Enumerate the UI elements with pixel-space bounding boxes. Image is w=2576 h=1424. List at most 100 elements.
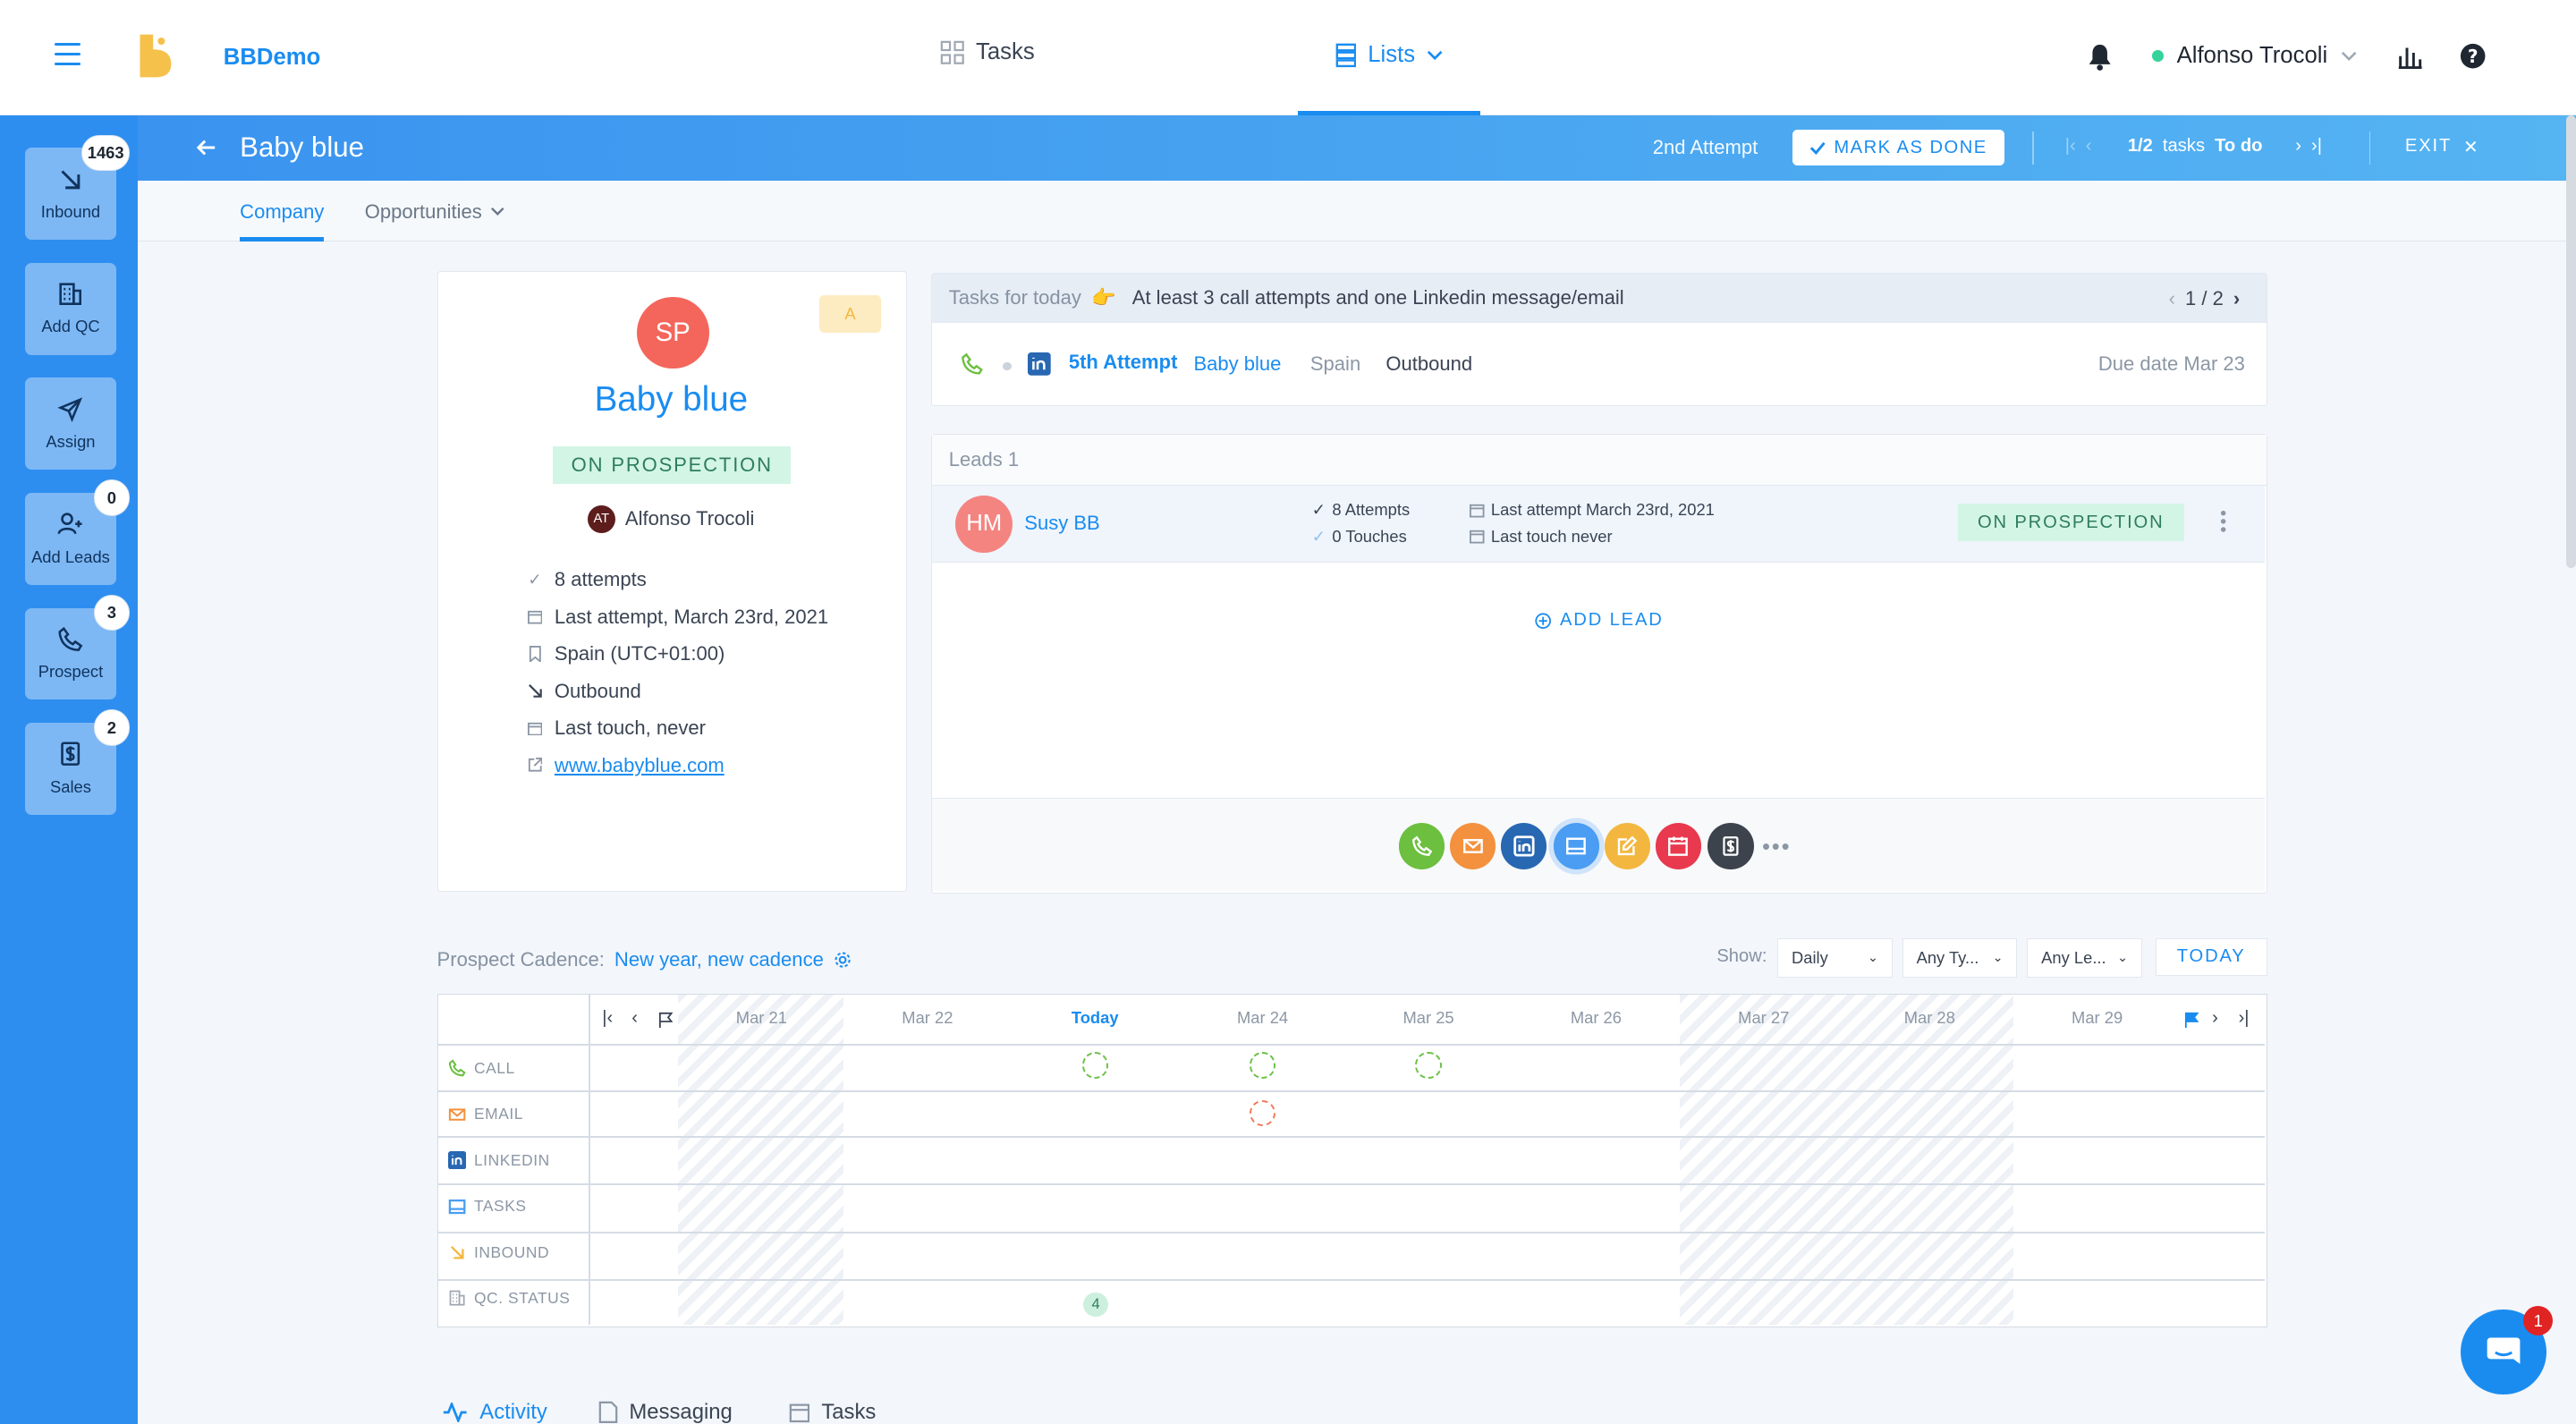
hamburger-menu-icon[interactable] (54, 42, 80, 69)
sidebar-item-assign[interactable]: Assign (24, 377, 117, 470)
divider (2031, 131, 2034, 165)
pager-word: tasks (2162, 136, 2206, 157)
last-page-icon[interactable]: ›| (2311, 136, 2322, 157)
next-icon[interactable]: › (2233, 287, 2240, 310)
cadence-name-link[interactable]: New year, new cadence (614, 948, 852, 971)
scheduled-call-marker[interactable] (1415, 1052, 1442, 1079)
tab-company[interactable]: Company (240, 200, 325, 242)
help-icon[interactable]: ? (2460, 43, 2486, 69)
row-label-text: CALL (473, 1058, 515, 1077)
prev-day-icon[interactable]: ‹ (631, 1008, 638, 1029)
sidebar-item-label: Sales (50, 776, 91, 796)
lead-select[interactable]: Any Le... ⌄ (2027, 937, 2143, 978)
tab-tasks-label: Tasks (821, 1399, 877, 1424)
email-action-button[interactable] (1449, 823, 1496, 869)
next-day-icon[interactable]: › (2212, 1008, 2218, 1029)
task-attempt[interactable]: 5th Attempt (1069, 351, 1178, 374)
divider (2368, 131, 2371, 165)
task-country: Spain (1309, 352, 1361, 376)
website-link[interactable]: www.babyblue.com (555, 754, 724, 777)
tab-messaging-label: Messaging (629, 1399, 733, 1424)
meeting-action-button[interactable] (1655, 823, 1701, 869)
dollar-icon (61, 742, 80, 767)
tab-messaging[interactable]: Messaging (598, 1400, 733, 1424)
lead-name[interactable]: Susy BB (1024, 512, 1100, 535)
plus-circle-icon (1535, 613, 1552, 629)
scrollbar[interactable] (2565, 114, 2576, 569)
task-action-button[interactable] (1553, 823, 1600, 869)
next-page-icon[interactable]: › (2295, 136, 2301, 157)
company-name[interactable]: Baby blue (438, 380, 905, 420)
more-actions-icon[interactable]: ••• (1762, 835, 1792, 860)
close-icon: ✕ (2462, 138, 2480, 158)
scheduled-call-marker[interactable] (1081, 1052, 1108, 1079)
nav-tasks-label: Tasks (975, 39, 1035, 65)
bell-icon[interactable] (2087, 43, 2113, 71)
workspace-name[interactable]: BBDemo (224, 45, 321, 71)
lead-select-value: Any Le... (2041, 947, 2106, 967)
sidebar-item-prospect[interactable]: Prospect 3 (24, 594, 131, 700)
task-row[interactable]: 5th Attempt Baby blue Spain Outbound Due… (932, 323, 2265, 405)
calendar-icon (527, 720, 543, 736)
add-lead-button[interactable]: ADD LEAD (1535, 610, 1663, 631)
user-menu[interactable]: Alfonso Trocoli (2152, 43, 2357, 69)
tasks-for-today-header: Tasks for today 👉 At least 3 call attemp… (932, 273, 2267, 323)
activity-icon (443, 1402, 467, 1422)
divider (437, 1089, 2265, 1092)
list-item[interactable]: HM Susy BB ✓ 8 Attempts ✓ 0 Touches Last… (932, 485, 2265, 564)
fact-attempts: ✓ 8 attempts (527, 561, 828, 598)
tab-activity[interactable]: Activity (442, 1400, 547, 1424)
sales-action-button[interactable] (1707, 823, 1754, 869)
flag-filled-icon[interactable] (2184, 1012, 2199, 1028)
tab-tasks[interactable]: Tasks (789, 1399, 877, 1424)
flag-icon[interactable] (658, 1012, 674, 1028)
fact-website: www.babyblue.com (527, 747, 828, 784)
lead-attempts-text: 8 Attempts (1332, 500, 1411, 520)
divider (437, 1278, 2265, 1281)
phone-icon (961, 352, 983, 375)
tab-opportunities[interactable]: Opportunities (365, 200, 505, 224)
nav-lists[interactable]: Lists (1297, 0, 1480, 115)
sidebar-item-sales[interactable]: Sales 2 (24, 709, 131, 815)
last-day-icon[interactable]: ›| (2239, 1008, 2250, 1029)
divider (589, 995, 591, 1326)
bar-chart-icon[interactable] (2397, 43, 2423, 69)
note-action-button[interactable] (1604, 823, 1651, 869)
back-arrow-icon[interactable] (197, 138, 216, 157)
row-label-qc-status: QC. STATUS (448, 1289, 571, 1308)
prev-page-icon[interactable]: ‹ (2086, 136, 2092, 157)
period-select-value: Daily (1791, 947, 1828, 967)
scheduled-call-marker[interactable] (1249, 1052, 1276, 1079)
fact-text: Last attempt, March 23rd, 2021 (554, 605, 829, 628)
leads-header: Leads 1 (932, 434, 2267, 486)
type-select[interactable]: Any Ty... ⌄ (1902, 937, 2018, 978)
qc-status-count-badge[interactable]: 4 (1083, 1292, 1108, 1318)
svg-text:?: ? (2467, 46, 2478, 67)
row-label-text: LINKEDIN (473, 1150, 550, 1169)
prev-icon[interactable]: ‹ (2169, 287, 2175, 310)
bookmark-icon (527, 645, 543, 663)
call-action-button[interactable] (1399, 823, 1445, 869)
exit-button[interactable]: EXIT ✕ (2405, 136, 2480, 158)
kebab-menu-icon[interactable] (2220, 510, 2226, 533)
today-button[interactable]: TODAY (2155, 937, 2267, 976)
task-company[interactable]: Baby blue (1193, 352, 1281, 376)
nav-tasks[interactable]: Tasks (940, 39, 1035, 65)
sidebar-item-add-leads[interactable]: Add Leads 0 (24, 479, 131, 585)
status-badge[interactable]: ON PROSPECTION (1957, 504, 2184, 542)
online-status-dot (2152, 49, 2164, 62)
mark-as-done-button[interactable]: MARK AS DONE (1792, 130, 2004, 166)
sidebar-item-inbound[interactable]: Inbound 1463 (24, 134, 131, 241)
sidebar-item-add-qc[interactable]: Add QC (24, 262, 117, 355)
phone-icon (58, 626, 83, 651)
calendar-icon (527, 608, 543, 624)
count-badge: 0 (93, 479, 131, 516)
first-page-icon[interactable]: |‹ (2065, 136, 2076, 157)
period-select[interactable]: Daily ⌄ (1777, 937, 1893, 978)
row-label-email: EMAIL (448, 1105, 523, 1123)
scheduled-email-marker[interactable] (1249, 1099, 1276, 1127)
status-badge[interactable]: ON PROSPECTION (553, 445, 792, 484)
phone-icon (1411, 835, 1433, 856)
linkedin-action-button[interactable] (1500, 823, 1547, 869)
first-day-icon[interactable]: |‹ (602, 1008, 613, 1029)
